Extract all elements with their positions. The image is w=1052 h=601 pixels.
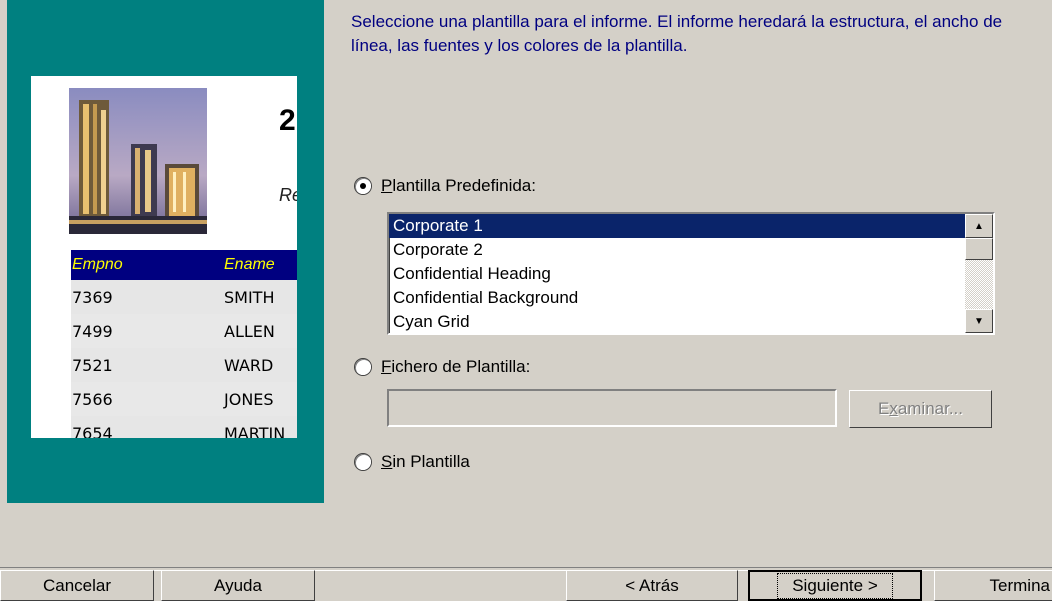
- radio-no-template[interactable]: Sin Plantilla: [355, 452, 470, 472]
- radio-none-label: Sin Plantilla: [381, 452, 470, 472]
- listbox-scrollbar[interactable]: ▲ ▼: [965, 214, 993, 333]
- next-button[interactable]: Siguiente >: [748, 570, 922, 601]
- radio-file-label: Fichero de Plantilla:: [381, 357, 530, 377]
- label-text: in Plantilla: [392, 452, 470, 471]
- mnemonic-letter: S: [381, 452, 393, 471]
- label-text: lantilla Predefinida:: [392, 176, 536, 195]
- template-listbox[interactable]: Corporate 1 Corporate 2 Confidential Hea…: [387, 212, 995, 335]
- radio-dot: [360, 183, 366, 189]
- cell-ename: JONES: [224, 389, 274, 409]
- list-item[interactable]: Confidential Background: [389, 286, 993, 310]
- table-row: 7566 JONES: [71, 382, 297, 416]
- radio-button[interactable]: [355, 359, 371, 375]
- radio-button[interactable]: [355, 178, 371, 194]
- cell-empno: 7654: [72, 423, 113, 439]
- radio-template-file[interactable]: Fichero de Plantilla:: [355, 357, 530, 377]
- preview-table: Empno Ename 7369 SMITH 7499 ALLEN 7521 WARD…: [71, 250, 297, 438]
- preview-report-title: 2: [279, 104, 296, 137]
- cell-empno: 7566: [72, 389, 113, 409]
- table-row: 7521 WARD: [71, 348, 297, 382]
- skyscraper-photo: [69, 88, 207, 234]
- browse-button[interactable]: Ex aminar...: [849, 390, 992, 428]
- cell-empno: 7499: [72, 321, 113, 341]
- browse-label-end: aminar...: [897, 399, 964, 418]
- cell-ename: WARD: [224, 355, 274, 375]
- column-header-empno: Empno: [72, 256, 123, 273]
- next-button-label: Siguiente >: [777, 572, 893, 599]
- column-header-ename: Ename: [224, 256, 275, 273]
- preview-table-header: Empno Ename: [71, 250, 297, 280]
- template-preview-panel: 2 Re Empno Ename 7369 SMITH 7499 ALLEN 752…: [7, 0, 324, 503]
- label-text: ichero de Plantilla:: [391, 357, 531, 376]
- scroll-thumb[interactable]: [965, 238, 993, 260]
- browse-label-start: E: [877, 399, 890, 418]
- cell-ename: MARTIN: [224, 423, 286, 439]
- cell-empno: 7521: [72, 355, 113, 375]
- cell-ename: SMITH: [224, 287, 275, 307]
- help-button[interactable]: Ayuda: [161, 570, 315, 601]
- scroll-up-button[interactable]: ▲: [965, 214, 993, 238]
- back-button[interactable]: < Atrás: [566, 570, 738, 601]
- finish-button[interactable]: Termina: [934, 570, 1052, 601]
- table-row: 7369 SMITH: [71, 280, 297, 314]
- list-item[interactable]: Corporate 2: [389, 238, 993, 262]
- radio-predefined-template[interactable]: Plantilla Predefinida:: [355, 176, 536, 196]
- scroll-down-button[interactable]: ▼: [965, 309, 993, 333]
- table-row: 7499 ALLEN: [71, 314, 297, 348]
- template-file-input[interactable]: [387, 389, 837, 427]
- template-preview-card: 2 Re Empno Ename 7369 SMITH 7499 ALLEN 752…: [31, 76, 297, 438]
- list-item[interactable]: Corporate 1: [389, 214, 993, 238]
- instruction-text: Seleccione una plantilla para el informe…: [351, 12, 1003, 55]
- cell-ename: ALLEN: [224, 321, 275, 341]
- radio-button[interactable]: [355, 454, 371, 470]
- table-row: 7654 MARTIN: [71, 416, 297, 438]
- mnemonic-letter: F: [381, 357, 392, 376]
- list-item[interactable]: Cyan Grid: [389, 310, 993, 333]
- mnemonic-letter: x: [889, 399, 898, 418]
- list-item[interactable]: Confidential Heading: [389, 262, 993, 286]
- arrow-down-icon: ▼: [974, 315, 984, 327]
- cancel-button[interactable]: Cancelar: [0, 570, 154, 601]
- cell-empno: 7369: [72, 287, 113, 307]
- mnemonic-letter: P: [381, 176, 393, 195]
- arrow-up-icon: ▲: [974, 220, 984, 232]
- radio-predefined-label: Plantilla Predefinida:: [381, 176, 536, 196]
- preview-report-subtitle: Re: [279, 185, 297, 205]
